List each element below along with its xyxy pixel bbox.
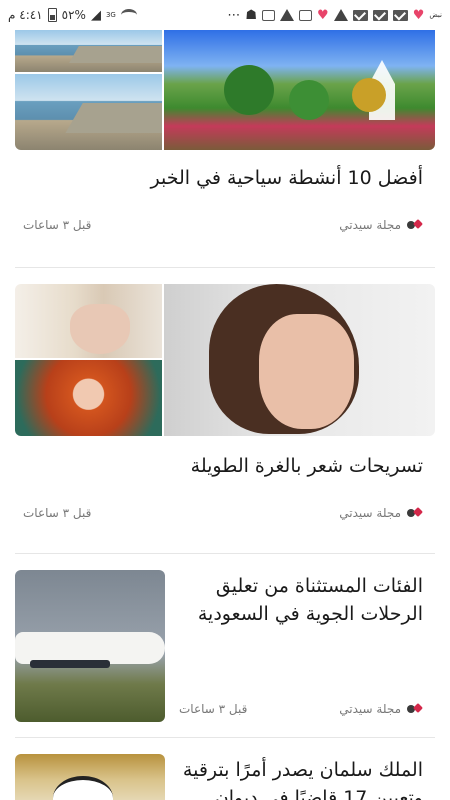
article-title[interactable]: أفضل 10 أنشطة سياحية في الخبر (15, 164, 435, 192)
article-title[interactable]: الملك سلمان يصدر أمرًا بترقية وتعيين 17 … (179, 754, 435, 800)
news-feed: أفضل 10 أنشطة سياحية في الخبر مجلة سيدتي… (0, 30, 450, 800)
article-time: قبل ٣ ساعات (23, 506, 92, 520)
article-image (15, 284, 163, 358)
article-card[interactable]: تسريحات شعر بالغرة الطويلة مجلة سيدتي قب… (15, 268, 435, 554)
article-card[interactable]: الملك سلمان يصدر أمرًا بترقية وتعيين 17 … (15, 738, 435, 800)
warning-icon (280, 9, 295, 21)
article-source: مجلة سيدتي (339, 506, 423, 520)
signal-icon: ◢ (90, 7, 101, 23)
wifi-icon (120, 9, 137, 21)
status-bar: ٤:٤١ م ٥٢% ◢ 3G ⋯ ☗ ♥ ♥ نبض (0, 0, 450, 30)
article-image (15, 754, 165, 800)
article-title[interactable]: تسريحات شعر بالغرة الطويلة (15, 452, 435, 480)
clock: ٤:٤١ م (8, 8, 43, 22)
battery-icon (47, 8, 57, 22)
article-title[interactable]: الفئات المستثناة من تعليق الرحلات الجوية… (179, 570, 435, 628)
article-source: مجلة سيدتي (339, 218, 423, 232)
article-time: قبل ٣ ساعات (23, 218, 92, 232)
heart-icon-2: ♥ (412, 7, 425, 23)
network-type: 3G (105, 11, 116, 19)
article-image-grid (15, 30, 435, 150)
source-name: مجلة سيدتي (339, 506, 401, 520)
battery-percent: ٥٢% (61, 8, 86, 22)
article-card[interactable]: الفئات المستثناة من تعليق الرحلات الجوية… (15, 554, 435, 738)
source-logo-icon (407, 219, 423, 231)
article-image (164, 284, 435, 436)
source-name: مجلة سيدتي (339, 702, 401, 716)
carrier-text: نبض (429, 11, 442, 19)
heart-icon: ♥ (317, 7, 329, 23)
article-image (15, 30, 163, 72)
notification-icons: ⋯ ☗ ♥ ♥ نبض (227, 9, 442, 22)
mail-icon (352, 9, 368, 21)
source-name: مجلة سيدتي (339, 218, 401, 232)
article-image (164, 30, 435, 150)
article-image-grid (15, 284, 435, 436)
article-image (15, 360, 163, 436)
warning-icon-2 (333, 9, 348, 21)
source-logo-icon (407, 703, 423, 715)
mail-icon-2 (372, 9, 388, 21)
article-card[interactable]: أفضل 10 أنشطة سياحية في الخبر مجلة سيدتي… (15, 30, 435, 268)
calendar-icon (299, 9, 313, 21)
article-meta: مجلة سيدتي قبل ٣ ساعات (15, 218, 435, 232)
article-meta: مجلة سيدتي قبل ٣ ساعات (179, 702, 435, 722)
image-icon (262, 9, 276, 21)
article-source: مجلة سيدتي (339, 702, 423, 716)
article-time: قبل ٣ ساعات (179, 702, 248, 716)
overflow-icon: ⋯ (227, 7, 241, 23)
app-notification-icon: ☗ (245, 7, 258, 23)
article-meta: مجلة سيدتي قبل ٣ ساعات (15, 506, 435, 520)
source-logo-icon (407, 507, 423, 519)
mail-icon-3 (392, 9, 408, 21)
article-image (15, 74, 163, 150)
status-bar-left: ٤:٤١ م ٥٢% ◢ 3G (8, 8, 137, 22)
article-image (15, 570, 165, 722)
